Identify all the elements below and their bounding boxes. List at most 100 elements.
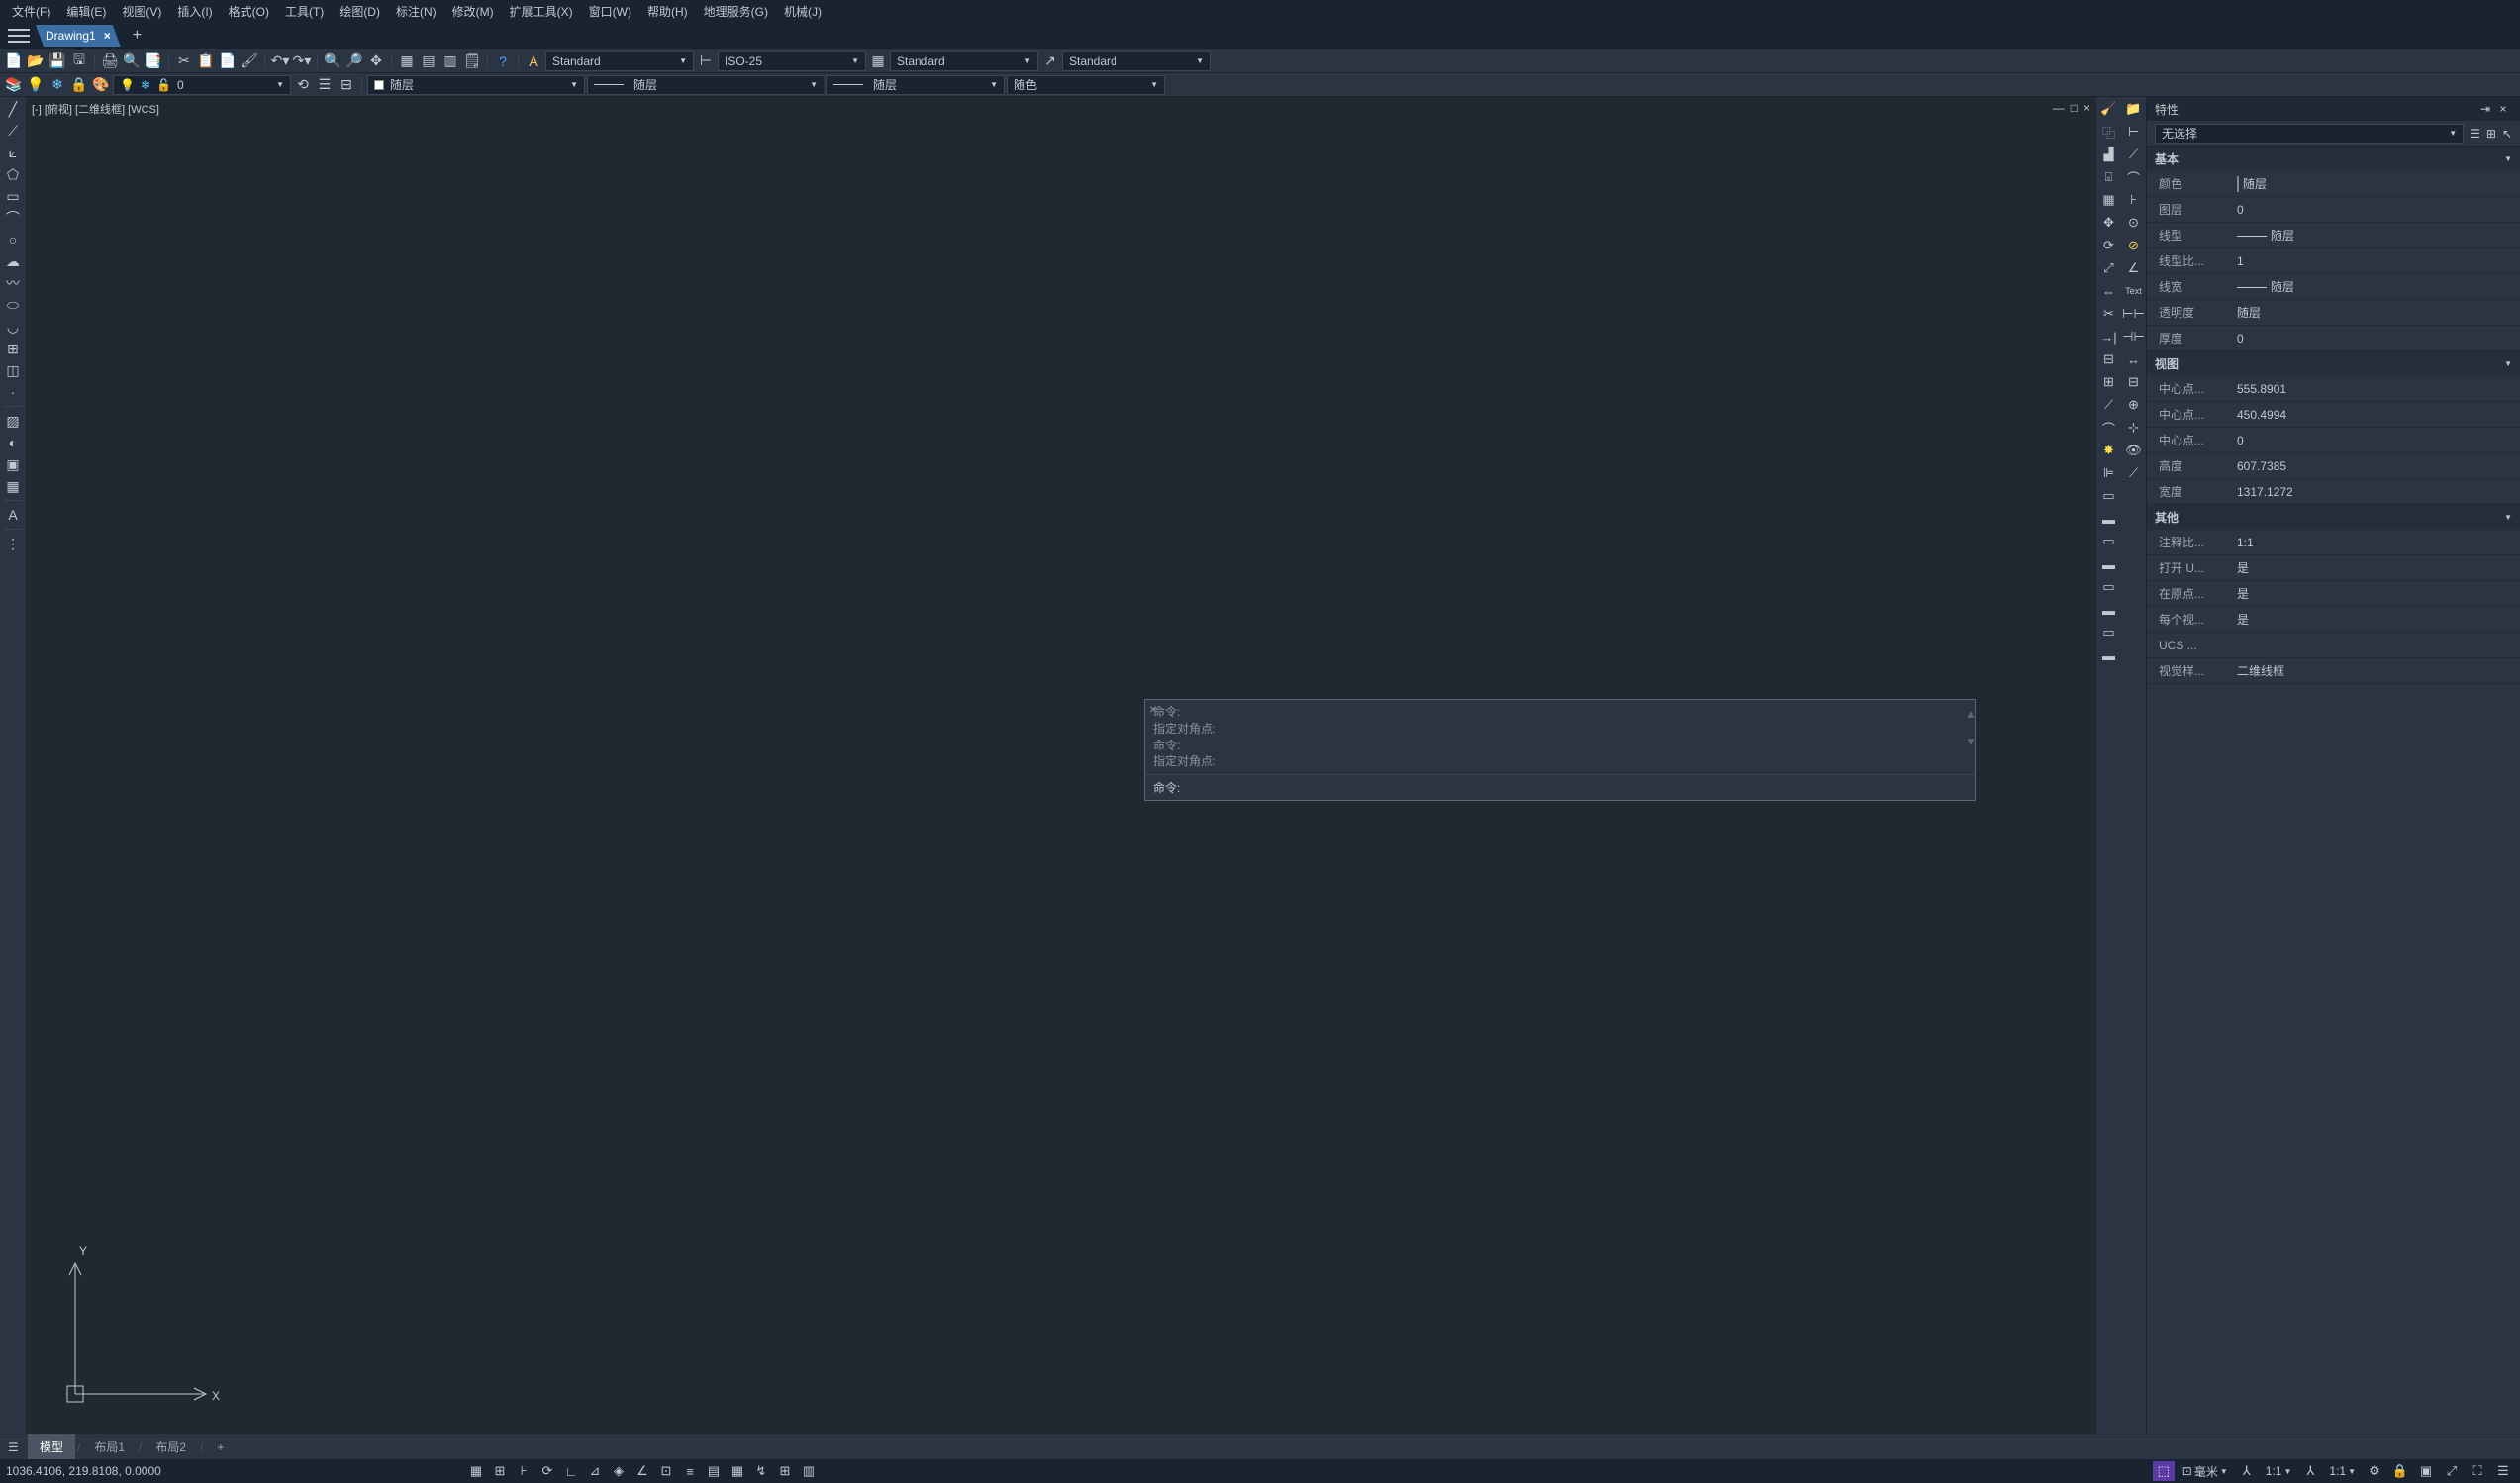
property-row[interactable]: 中心点...450.4994 [2147, 402, 2520, 428]
break-icon[interactable]: ⊟ [2099, 349, 2119, 369]
menu-geo[interactable]: 地理服务(G) [696, 3, 776, 20]
table-icon[interactable]: ▦ [2, 476, 24, 496]
arc-icon[interactable]: ⌒ [2, 208, 24, 228]
align-icon[interactable]: ⊫ [2099, 463, 2119, 483]
preview-icon[interactable]: 🔍 [122, 51, 142, 71]
draworder7-icon[interactable]: ▭ [2099, 623, 2119, 643]
viewport-restore-icon[interactable]: □ [2071, 101, 2078, 115]
dim-diameter-icon[interactable]: ⊘ [2124, 236, 2144, 255]
property-value[interactable]: 0 [2231, 203, 2520, 217]
viewport-label[interactable]: [-] [俯视] [二维线框] [WCS] [32, 101, 159, 117]
explode-icon[interactable]: ✸ [2099, 441, 2119, 460]
make-block-icon[interactable]: ◫ [2, 360, 24, 380]
spline-icon[interactable]: 〰 [2, 273, 24, 293]
rotate-icon[interactable]: ⟳ [2099, 236, 2119, 255]
annotation-scale2[interactable]: 1:1▼ [2325, 1464, 2360, 1478]
viewport-minimize-icon[interactable]: — [2053, 101, 2065, 115]
menu-edit[interactable]: 编辑(E) [58, 3, 114, 20]
calc-icon[interactable]: 🗒 [462, 51, 482, 71]
property-value[interactable]: 是 [2231, 585, 2520, 602]
transparency-icon[interactable]: ▤ [703, 1461, 725, 1481]
menu-mech[interactable]: 机械(J) [776, 3, 829, 20]
mirror-icon[interactable]: ▟ [2099, 145, 2119, 164]
table-style-icon[interactable]: ▦ [868, 51, 888, 71]
property-row[interactable]: 颜色随层 [2147, 171, 2520, 197]
new-icon[interactable]: 📄 [4, 51, 24, 71]
iso-icon[interactable]: ◈ [608, 1461, 630, 1481]
layer-iso-icon[interactable]: ⊟ [337, 75, 356, 95]
model-tab[interactable]: 模型 [28, 1434, 75, 1459]
help-icon[interactable]: ? [493, 51, 513, 71]
trim-icon[interactable]: ✂ [2099, 304, 2119, 324]
draworder-icon[interactable]: ▭ [2099, 486, 2119, 506]
property-row[interactable]: 宽度1317.1272 [2147, 479, 2520, 505]
layer-on-icon[interactable]: 💡 [26, 75, 46, 95]
dyn-icon[interactable]: ⟳ [536, 1461, 558, 1481]
dim-space-icon[interactable]: ↔ [2124, 349, 2144, 369]
section-other[interactable]: 其他▼ [2147, 505, 2520, 530]
property-value[interactable]: 是 [2231, 559, 2520, 576]
dynucs-icon[interactable]: ⊞ [774, 1461, 796, 1481]
lwt-icon[interactable]: ≡ [679, 1461, 701, 1481]
more-icon[interactable]: ⋮ [2, 534, 24, 553]
pin-icon[interactable]: ⇥ [2476, 102, 2494, 116]
zoom-realtime-icon[interactable]: 🔎 [344, 51, 364, 71]
property-row[interactable]: 中心点...0 [2147, 428, 2520, 453]
dim-linear-icon[interactable]: ⊢ [2124, 122, 2144, 142]
move-icon[interactable]: ✥ [2099, 213, 2119, 233]
redo-icon[interactable]: ↷▾ [292, 51, 312, 71]
command-window[interactable]: × 命令: 指定对角点: 命令: 指定对角点: ▲▼ 命令: [1144, 699, 1976, 801]
layout1-tab[interactable]: 布局1 [82, 1434, 137, 1459]
offset-icon[interactable]: ⌻ [2099, 167, 2119, 187]
hatch-icon[interactable]: ▨ [2, 411, 24, 431]
save-icon[interactable]: 💾 [48, 51, 67, 71]
clean-screen-icon[interactable]: ⛶ [2467, 1461, 2488, 1481]
model-paper-icon[interactable]: ⬚ [2153, 1461, 2175, 1481]
customize-icon[interactable]: ☰ [2492, 1461, 2514, 1481]
new-tab-button[interactable]: + [127, 27, 147, 45]
insert-block-icon[interactable]: ⊞ [2, 339, 24, 358]
stretch-icon[interactable]: ⇔ [2099, 281, 2119, 301]
linetype-dropdown[interactable]: 随层▼ [587, 75, 824, 95]
property-value[interactable]: 二维线框 [2231, 662, 2520, 679]
plotstyle-dropdown[interactable]: 随色▼ [1007, 75, 1165, 95]
coordinates[interactable]: 1036.4106, 219.8108, 0.0000 [6, 1464, 263, 1478]
section-view[interactable]: 视图▼ [2147, 351, 2520, 376]
menu-tools[interactable]: 工具(T) [277, 3, 332, 20]
saveall-icon[interactable]: 🖫 [69, 51, 89, 71]
command-close-icon[interactable]: × [1143, 698, 1163, 722]
dim-continue-icon[interactable]: ⊣⊢ [2124, 327, 2144, 346]
property-value[interactable]: 随层 [2231, 227, 2520, 244]
circle-icon[interactable]: ○ [2, 230, 24, 249]
layer-state-icon[interactable]: ☰ [315, 75, 335, 95]
ortho-icon[interactable]: ∟ [560, 1461, 582, 1481]
property-value[interactable]: 1 [2231, 254, 2520, 268]
dim-style-icon[interactable]: ⊢ [696, 51, 716, 71]
point-icon[interactable]: · [2, 382, 24, 402]
dim-angular-icon[interactable]: ∠ [2124, 258, 2144, 278]
dim-arc-icon[interactable]: ⌒ [2124, 167, 2144, 187]
close-tab-icon[interactable]: × [104, 29, 111, 43]
selection-filter-icon[interactable]: ▥ [798, 1461, 820, 1481]
snap-icon[interactable]: ⊞ [489, 1461, 511, 1481]
polyline-icon[interactable]: ⟀ [2, 143, 24, 162]
extend-icon[interactable]: →| [2099, 327, 2119, 346]
property-value[interactable]: 随层 [2231, 304, 2520, 321]
table-style-dropdown[interactable]: Standard▼ [890, 51, 1038, 71]
draworder3-icon[interactable]: ▭ [2099, 532, 2119, 551]
draworder4-icon[interactable]: ▬ [2099, 554, 2119, 574]
center-mark-icon[interactable]: ⊹ [2124, 418, 2144, 438]
draworder5-icon[interactable]: ▭ [2099, 577, 2119, 597]
region-icon[interactable]: ▣ [2, 454, 24, 474]
selection-cycle-icon[interactable]: ▦ [727, 1461, 748, 1481]
property-row[interactable]: 厚度0 [2147, 326, 2520, 351]
join-icon[interactable]: ⊞ [2099, 372, 2119, 392]
add-layout-button[interactable]: + [205, 1436, 236, 1458]
workspace-icon[interactable]: ⚙ [2364, 1461, 2385, 1481]
mtext-icon[interactable]: A [2, 505, 24, 525]
dim-break-icon[interactable]: ⊟ [2124, 372, 2144, 392]
property-value[interactable]: 1317.1272 [2231, 485, 2520, 499]
draworder2-icon[interactable]: ▬ [2099, 509, 2119, 529]
layer-dropdown[interactable]: 💡❄🔓 0▼ [113, 75, 291, 95]
properties-icon[interactable]: ▦ [397, 51, 417, 71]
